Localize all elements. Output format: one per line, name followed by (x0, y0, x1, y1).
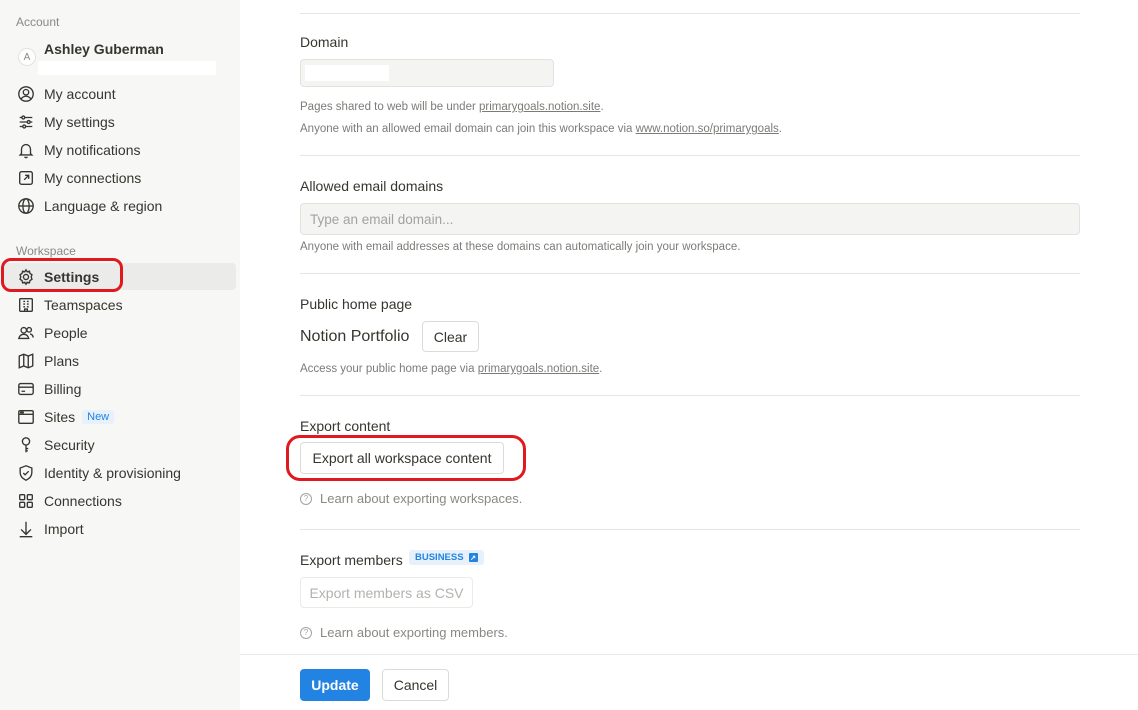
grid-icon (16, 491, 36, 511)
sidebar-item-label: Connections (44, 492, 122, 509)
account-email-redacted (38, 61, 216, 75)
bell-icon (16, 140, 36, 160)
sidebar-item-my-settings[interactable]: My settings (4, 108, 236, 135)
public-home-page-name[interactable]: Notion Portfolio (300, 328, 409, 346)
export-members-help-link[interactable]: ? Learn about exporting members. (300, 625, 508, 640)
workspace-join-link[interactable]: www.notion.so/primarygoals (636, 123, 779, 135)
domain-title: Domain (300, 34, 349, 50)
new-badge: New (82, 409, 115, 424)
sidebar-item-label: Plans (44, 352, 80, 369)
divider (300, 273, 1080, 274)
gear-icon (16, 267, 36, 287)
settings-panel: Domain Pages shared to web will be under… (240, 0, 1138, 710)
sidebar-item-plans[interactable]: Plans (4, 347, 236, 374)
external-arrow-icon: ↗ (468, 553, 478, 562)
sidebar-item-my-account[interactable]: My account (4, 80, 236, 107)
sidebar-item-label: My settings (44, 113, 115, 130)
account-name: Ashley Guberman (44, 41, 164, 57)
sidebar-item-label: Identity & provisioning (44, 464, 181, 481)
sidebar-item-language-region[interactable]: Language & region (4, 192, 236, 219)
domain-field[interactable] (300, 59, 554, 87)
account-switcher[interactable]: A Ashley Guberman (16, 40, 236, 76)
sidebar-item-settings[interactable]: Settings (4, 263, 236, 290)
building-icon (16, 295, 36, 315)
footer-divider (240, 654, 1138, 655)
sidebar-item-teamspaces[interactable]: Teamspaces (4, 291, 236, 318)
sidebar-item-my-connections[interactable]: My connections (4, 164, 236, 191)
divider (300, 529, 1080, 530)
export-members-title: Export members (300, 552, 403, 568)
sidebar-item-import[interactable]: Import (4, 515, 236, 542)
sidebar-item-label: My connections (44, 169, 142, 186)
account-section-label: Account (16, 15, 60, 29)
question-circle-icon: ? (300, 492, 312, 505)
workspace-section-label: Workspace (16, 244, 76, 258)
sidebar-item-sites[interactable]: Sites New (4, 403, 236, 430)
business-plan-badge[interactable]: BUSINESS ↗ (409, 550, 484, 565)
divider (300, 155, 1080, 156)
clear-button[interactable]: Clear (422, 321, 479, 352)
update-button[interactable]: Update (300, 669, 370, 701)
sidebar-item-label: Billing (44, 380, 82, 397)
divider (300, 13, 1080, 14)
email-domain-input[interactable] (300, 203, 1080, 235)
export-members-csv-button[interactable]: Export members as CSV (300, 577, 473, 608)
public-home-note: Access your public home page via primary… (300, 363, 603, 375)
people-icon (16, 323, 36, 343)
sidebar-item-security[interactable]: Security (4, 431, 236, 458)
sidebar-item-label: My notifications (44, 141, 141, 158)
sidebar-item-label: Settings (44, 268, 100, 285)
sidebar-item-label: Security (44, 436, 95, 453)
credit-card-icon (16, 379, 36, 399)
export-workspace-help-link[interactable]: ? Learn about exporting workspaces. (300, 491, 522, 506)
help-link-label: Learn about exporting members. (320, 625, 508, 640)
sidebar-item-label: People (44, 324, 88, 341)
key-icon (16, 435, 36, 455)
sidebar-item-label: Sites (44, 408, 76, 425)
sliders-icon (16, 112, 36, 132)
domain-join-note: Anyone with an allowed email domain can … (300, 123, 782, 135)
sidebar-item-label: Teamspaces (44, 296, 123, 313)
user-circle-icon (16, 84, 36, 104)
sidebar-item-label: My account (44, 85, 116, 102)
external-link-icon (16, 168, 36, 188)
sidebar: Account A Ashley Guberman My account My … (0, 0, 240, 710)
domain-value-redacted (305, 65, 389, 81)
map-icon (16, 351, 36, 371)
public-home-link[interactable]: primarygoals.notion.site (478, 363, 599, 375)
domain-share-note: Pages shared to web will be under primar… (300, 101, 604, 113)
question-circle-icon: ? (300, 626, 312, 639)
sidebar-item-label: Language & region (44, 197, 163, 214)
sidebar-item-billing[interactable]: Billing (4, 375, 236, 402)
sidebar-item-people[interactable]: People (4, 319, 236, 346)
sidebar-item-connections[interactable]: Connections (4, 487, 236, 514)
cancel-button[interactable]: Cancel (382, 669, 449, 701)
allowed-email-note: Anyone with email addresses at these dom… (300, 241, 741, 253)
primarygoals-site-link[interactable]: primarygoals.notion.site (479, 101, 600, 113)
globe-icon (16, 196, 36, 216)
avatar: A (18, 48, 36, 66)
sidebar-item-label: Import (44, 520, 84, 537)
allowed-email-title: Allowed email domains (300, 178, 444, 194)
shield-check-icon (16, 463, 36, 483)
public-home-title: Public home page (300, 296, 413, 312)
sidebar-item-identity-provisioning[interactable]: Identity & provisioning (4, 459, 236, 486)
arrow-down-icon (16, 519, 36, 539)
browser-window-icon (16, 407, 36, 427)
sidebar-item-my-notifications[interactable]: My notifications (4, 136, 236, 163)
help-link-label: Learn about exporting workspaces. (320, 491, 523, 506)
export-workspace-button[interactable]: Export all workspace content (300, 442, 504, 474)
export-content-title: Export content (300, 418, 391, 434)
divider (300, 395, 1080, 396)
